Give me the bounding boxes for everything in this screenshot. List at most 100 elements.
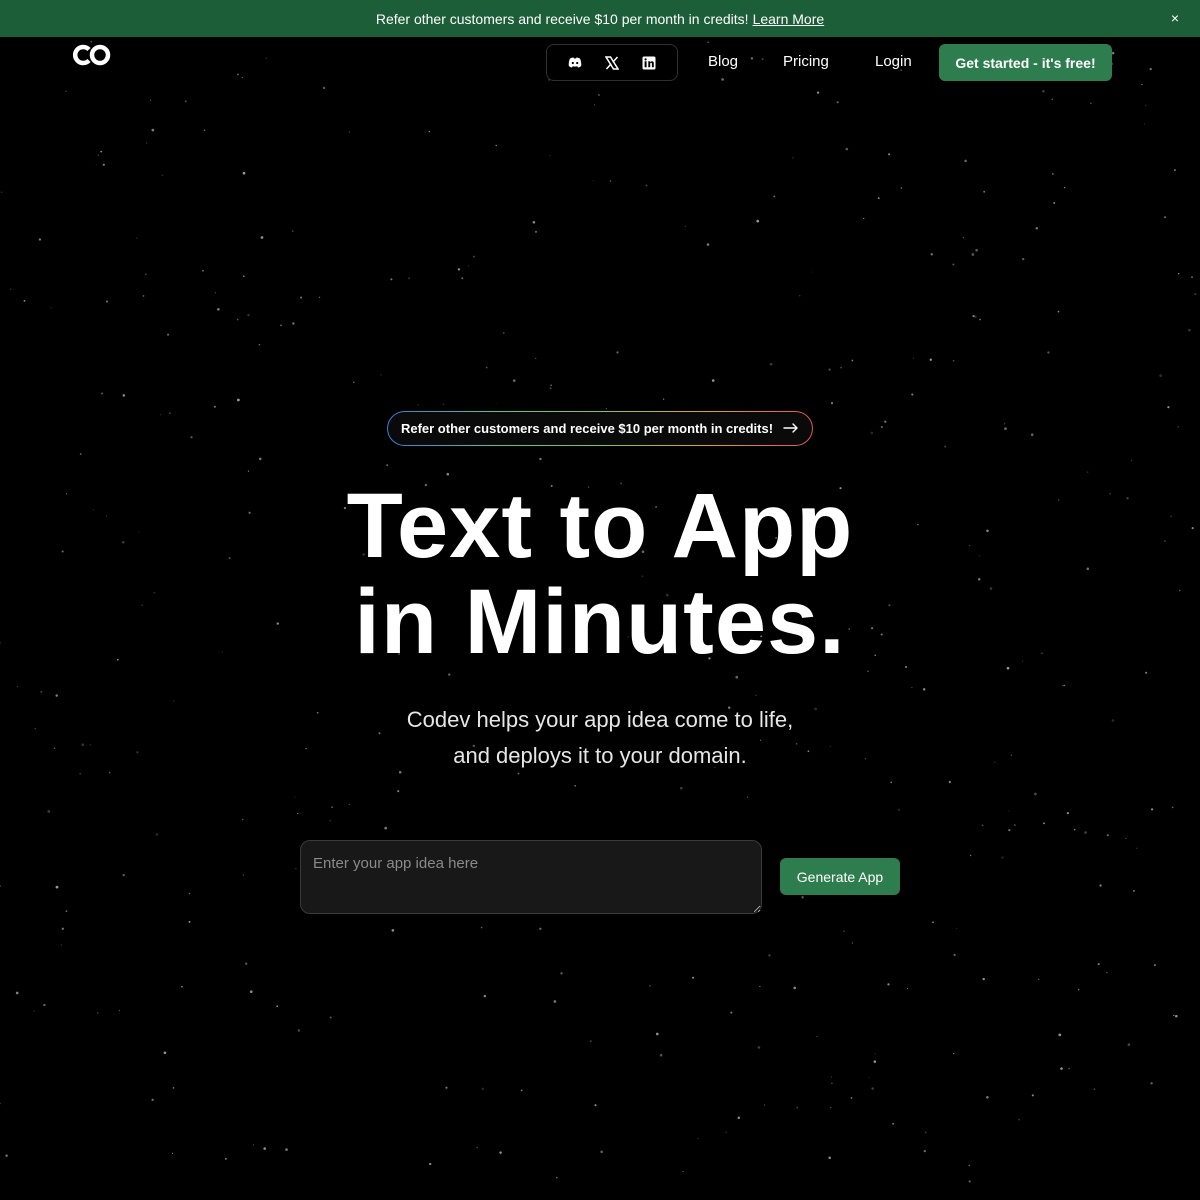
codev-logo-icon[interactable] (72, 43, 112, 72)
star (224, 1157, 227, 1160)
nav-login-link[interactable]: Login (875, 52, 912, 72)
star (495, 402, 497, 404)
star (1132, 889, 1135, 892)
star (981, 824, 984, 827)
referral-pill-text: Refer other customers and receive $10 pe… (400, 421, 774, 436)
star (907, 988, 909, 990)
star (816, 1035, 818, 1038)
star (386, 464, 389, 467)
star (168, 412, 171, 415)
star (213, 405, 216, 408)
star (384, 826, 388, 830)
star (1153, 964, 1156, 967)
star (605, 407, 608, 410)
star (260, 236, 264, 239)
star (1106, 971, 1108, 974)
social-links (546, 44, 678, 81)
referral-pill[interactable]: Refer other customers and receive $10 pe… (387, 411, 813, 446)
star (1018, 1118, 1021, 1121)
star (331, 806, 333, 808)
star (1066, 811, 1070, 815)
star (429, 1162, 432, 1166)
star (870, 431, 874, 435)
star (188, 920, 191, 923)
star (10, 288, 12, 290)
star (828, 368, 831, 371)
star (167, 333, 170, 336)
star (247, 313, 250, 317)
star (151, 1098, 154, 1101)
star (830, 1076, 833, 1078)
star (1194, 293, 1197, 296)
star (1173, 169, 1176, 172)
star (956, 927, 958, 930)
star (746, 796, 748, 798)
star (461, 277, 464, 280)
discord-icon[interactable] (562, 50, 588, 76)
star (1089, 102, 1092, 105)
get-started-button[interactable]: Get started - it's free! (939, 44, 1112, 81)
star (798, 295, 801, 297)
star (249, 990, 253, 994)
star (237, 398, 240, 402)
star (1043, 822, 1045, 825)
star (348, 131, 351, 133)
star (897, 808, 901, 811)
star (594, 1104, 597, 1107)
star (512, 379, 516, 382)
x-twitter-icon[interactable] (599, 50, 625, 76)
star (203, 129, 206, 131)
star (721, 78, 724, 81)
star (40, 690, 43, 693)
star (1190, 276, 1194, 279)
nav-blog-link[interactable]: Blog (708, 52, 738, 72)
close-icon[interactable]: × (1168, 10, 1182, 26)
star (1097, 963, 1100, 966)
star (97, 154, 99, 156)
star (952, 359, 955, 362)
star (60, 944, 62, 946)
star (150, 99, 151, 101)
star (600, 1150, 603, 1154)
star (1031, 1094, 1034, 1097)
star (480, 926, 483, 929)
star (986, 1095, 989, 1099)
star (1125, 837, 1127, 840)
star (329, 819, 332, 822)
star (291, 230, 294, 232)
star (750, 57, 754, 60)
star (975, 248, 978, 252)
star (549, 155, 551, 157)
star (836, 101, 839, 104)
generate-app-button[interactable]: Generate App (780, 858, 900, 895)
star (61, 927, 64, 930)
star (929, 358, 933, 361)
star (300, 296, 303, 299)
learn-more-link[interactable]: Learn More (753, 11, 825, 27)
star (258, 457, 262, 461)
star (217, 307, 220, 311)
nav-pricing-link[interactable]: Pricing (783, 52, 829, 72)
star (292, 322, 295, 325)
star (1058, 1033, 1062, 1037)
star (706, 243, 710, 246)
star (964, 159, 967, 163)
linkedin-icon[interactable] (636, 50, 662, 76)
star (380, 374, 382, 376)
star (276, 1005, 279, 1008)
star (830, 1106, 832, 1108)
star (391, 929, 395, 932)
star (172, 1087, 175, 1089)
star (962, 237, 964, 239)
star (1084, 831, 1087, 834)
star (457, 268, 461, 271)
star (1051, 98, 1053, 101)
hero-title-line: in Minutes. (354, 571, 846, 673)
star (352, 381, 355, 384)
star (616, 351, 619, 354)
star (830, 401, 834, 405)
app-idea-input[interactable] (300, 840, 762, 914)
star (763, 1104, 765, 1106)
star (252, 1144, 255, 1146)
star (725, 1131, 727, 1133)
